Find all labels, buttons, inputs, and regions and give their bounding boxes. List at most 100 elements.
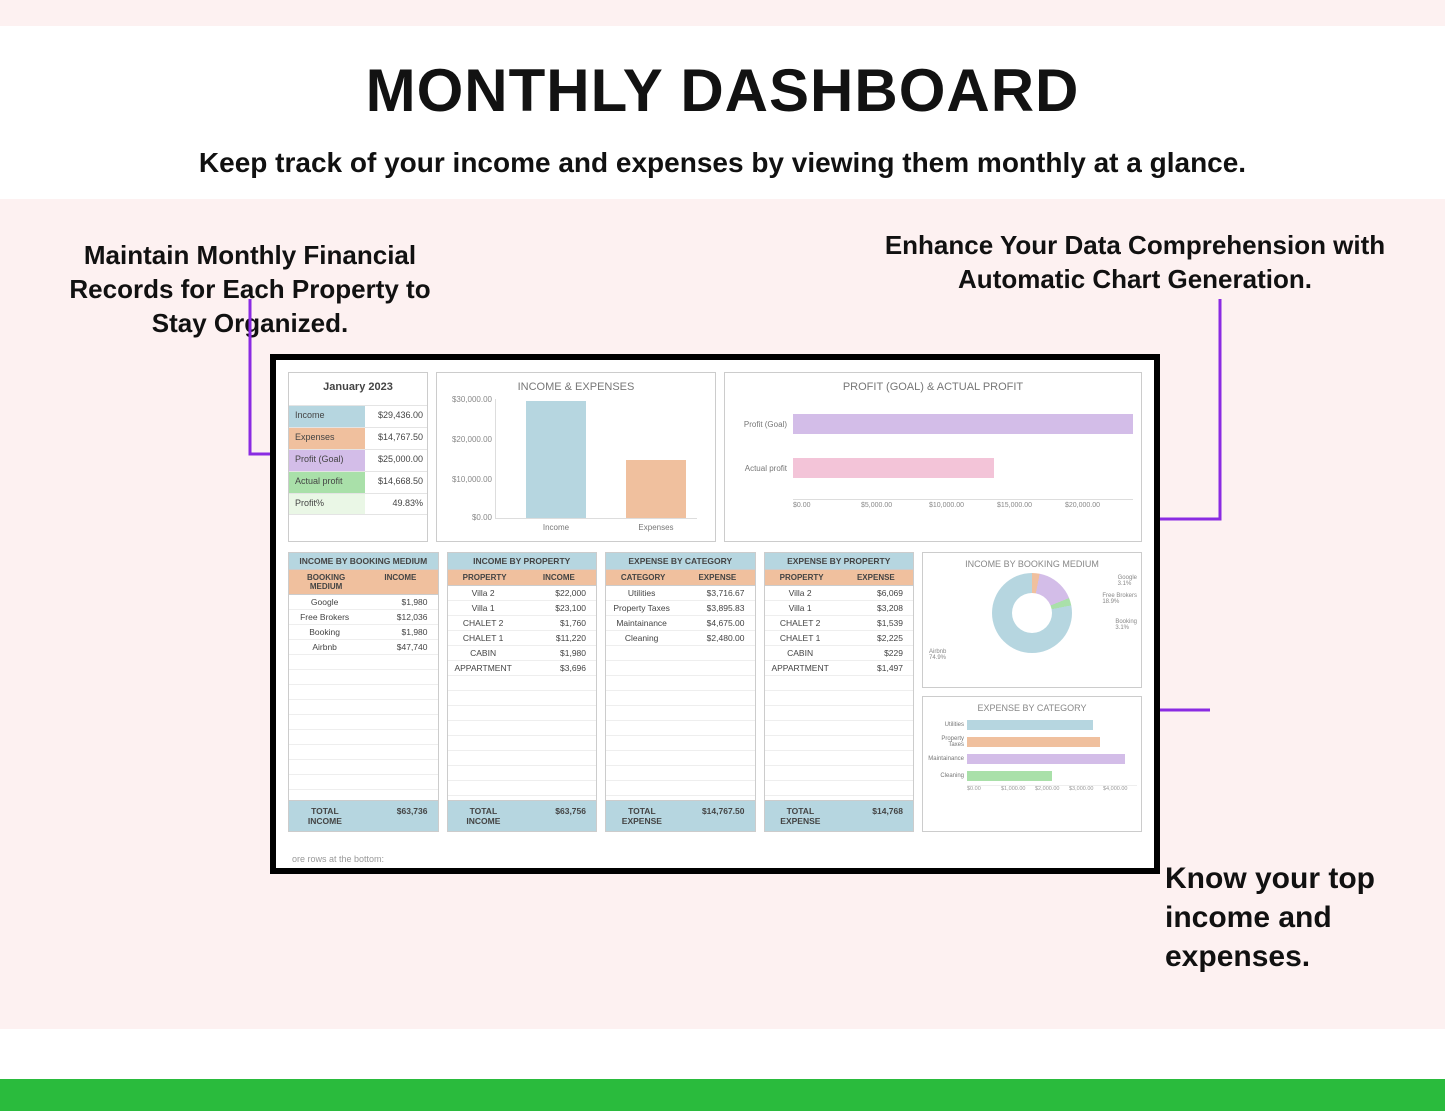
- summary-pct-label: Profit%: [289, 494, 365, 514]
- legend-pct: 3.1%: [1115, 625, 1129, 631]
- table-row: CABIN$1,980: [448, 646, 597, 661]
- th: INCOME: [522, 570, 596, 585]
- mini-label: Property Taxes: [927, 736, 967, 748]
- th: EXPENSE: [680, 570, 754, 585]
- table-expense-property: EXPENSE BY PROPERTY PROPERTYEXPENSE Vill…: [764, 552, 915, 832]
- mini-bar: [967, 737, 1100, 747]
- mini-label: Maintainance: [927, 756, 967, 762]
- bar-income: [526, 401, 586, 518]
- table-row: Villa 1$23,100: [448, 601, 597, 616]
- tf: $63,756: [519, 801, 596, 831]
- summary-card: January 2023 Income$29,436.00 Expenses$1…: [288, 372, 428, 542]
- x-tick: $0.00: [793, 500, 861, 509]
- page-subtitle: Keep track of your income and expenses b…: [60, 147, 1385, 179]
- y-tick: $30,000.00: [444, 395, 492, 404]
- table-row: CHALET 2$1,760: [448, 616, 597, 631]
- table-title: INCOME BY BOOKING MEDIUM: [289, 553, 438, 570]
- bar-label: Expenses: [626, 523, 686, 532]
- table-title: INCOME BY PROPERTY: [448, 553, 597, 570]
- th: CATEGORY: [606, 570, 680, 585]
- page-title: MONTHLY DASHBOARD: [60, 56, 1385, 125]
- callout-right: Enhance Your Data Comprehension with Aut…: [865, 229, 1405, 297]
- legend-pct: 18.9%: [1102, 599, 1119, 605]
- x-tick: $1,000.00: [1001, 786, 1035, 792]
- table-row: APPARTMENT$3,696: [448, 661, 597, 676]
- summary-pct-value: 49.83%: [365, 494, 427, 514]
- table-row: Utilities$3,716.67: [606, 586, 755, 601]
- table-title: EXPENSE BY CATEGORY: [606, 553, 755, 570]
- summary-income-value: $29,436.00: [365, 406, 427, 427]
- chart-title: EXPENSE BY CATEGORY: [927, 703, 1137, 713]
- income-expenses-chart: INCOME & EXPENSES $30,000.00 $20,000.00 …: [436, 372, 716, 542]
- table-row: CHALET 2$1,539: [765, 616, 914, 631]
- mini-bar: [967, 754, 1125, 764]
- table-row: Cleaning$2,480.00: [606, 631, 755, 646]
- y-tick: $20,000.00: [444, 435, 492, 444]
- summary-expenses-value: $14,767.50: [365, 428, 427, 449]
- table-row: Maintainance$4,675.00: [606, 616, 755, 631]
- summary-month: January 2023: [289, 373, 427, 405]
- th: PROPERTY: [448, 570, 522, 585]
- table-row: Booking$1,980: [289, 625, 438, 640]
- hbar-goal: [793, 414, 1133, 434]
- th: PROPERTY: [765, 570, 839, 585]
- table-row: APPARTMENT$1,497: [765, 661, 914, 676]
- table-row: Property Taxes$3,895.83: [606, 601, 755, 616]
- mini-bar: [967, 720, 1093, 730]
- x-tick: $2,000.00: [1035, 786, 1069, 792]
- hbar-label: Actual profit: [733, 464, 793, 473]
- chart-title: INCOME BY BOOKING MEDIUM: [927, 559, 1137, 569]
- summary-expenses-label: Expenses: [289, 428, 365, 449]
- mini-label: Utilities: [927, 722, 967, 728]
- table-row: Villa 1$3,208: [765, 601, 914, 616]
- dashboard-screenshot: January 2023 Income$29,436.00 Expenses$1…: [270, 354, 1160, 874]
- table-row: Google$1,980: [289, 595, 438, 610]
- y-tick: $0.00: [444, 513, 492, 522]
- summary-actual-label: Actual profit: [289, 472, 365, 493]
- table-row: Villa 2$6,069: [765, 586, 914, 601]
- legend-pct: 3.1%: [1118, 581, 1132, 587]
- footer-note: ore rows at the bottom:: [292, 854, 384, 864]
- summary-actual-value: $14,668.50: [365, 472, 427, 493]
- donut-icon: [992, 573, 1072, 653]
- table-expense-category: EXPENSE BY CATEGORY CATEGORYEXPENSE Util…: [605, 552, 756, 832]
- mini-label: Cleaning: [927, 773, 967, 779]
- th: BOOKING MEDIUM: [289, 570, 363, 594]
- x-tick: $10,000.00: [929, 500, 997, 509]
- table-title: EXPENSE BY PROPERTY: [765, 553, 914, 570]
- tf: $14,768: [836, 801, 913, 831]
- tf: $14,767.50: [678, 801, 755, 831]
- x-tick: $15,000.00: [997, 500, 1065, 509]
- tf: TOTAL INCOME: [448, 801, 520, 831]
- callout-bottom: Know your top income and expenses.: [1165, 859, 1385, 976]
- table-row: Airbnb$47,740: [289, 640, 438, 655]
- hbar-actual: [793, 458, 994, 478]
- x-tick: $20,000.00: [1065, 500, 1133, 509]
- summary-goal-value: $25,000.00: [365, 450, 427, 471]
- x-tick: $5,000.00: [861, 500, 929, 509]
- green-bar: [0, 1079, 1445, 1111]
- table-income-property: INCOME BY PROPERTY PROPERTYINCOME Villa …: [447, 552, 598, 832]
- summary-income-label: Income: [289, 406, 365, 427]
- x-tick: $0.00: [967, 786, 1001, 792]
- table-row: Villa 2$22,000: [448, 586, 597, 601]
- bar-expenses: [626, 460, 686, 518]
- table-row: Free Brokers$12,036: [289, 610, 438, 625]
- bar-label: Income: [526, 523, 586, 532]
- donut-chart: INCOME BY BOOKING MEDIUM Google3.1% Free…: [922, 552, 1142, 688]
- tf: TOTAL EXPENSE: [606, 801, 678, 831]
- y-tick: $10,000.00: [444, 475, 492, 484]
- chart-title: PROFIT (GOAL) & ACTUAL PROFIT: [733, 381, 1133, 393]
- tf: TOTAL EXPENSE: [765, 801, 837, 831]
- chart-title: INCOME & EXPENSES: [445, 381, 707, 393]
- x-tick: $4,000.00: [1103, 786, 1137, 792]
- table-row: CABIN$229: [765, 646, 914, 661]
- th: INCOME: [363, 570, 437, 594]
- mini-bar: [967, 771, 1052, 781]
- summary-goal-label: Profit (Goal): [289, 450, 365, 471]
- tf: TOTAL INCOME: [289, 801, 361, 831]
- profit-chart: PROFIT (GOAL) & ACTUAL PROFIT Profit (Go…: [724, 372, 1142, 542]
- callout-left: Maintain Monthly Financial Records for E…: [40, 239, 460, 340]
- hbar-label: Profit (Goal): [733, 420, 793, 429]
- x-tick: $3,000.00: [1069, 786, 1103, 792]
